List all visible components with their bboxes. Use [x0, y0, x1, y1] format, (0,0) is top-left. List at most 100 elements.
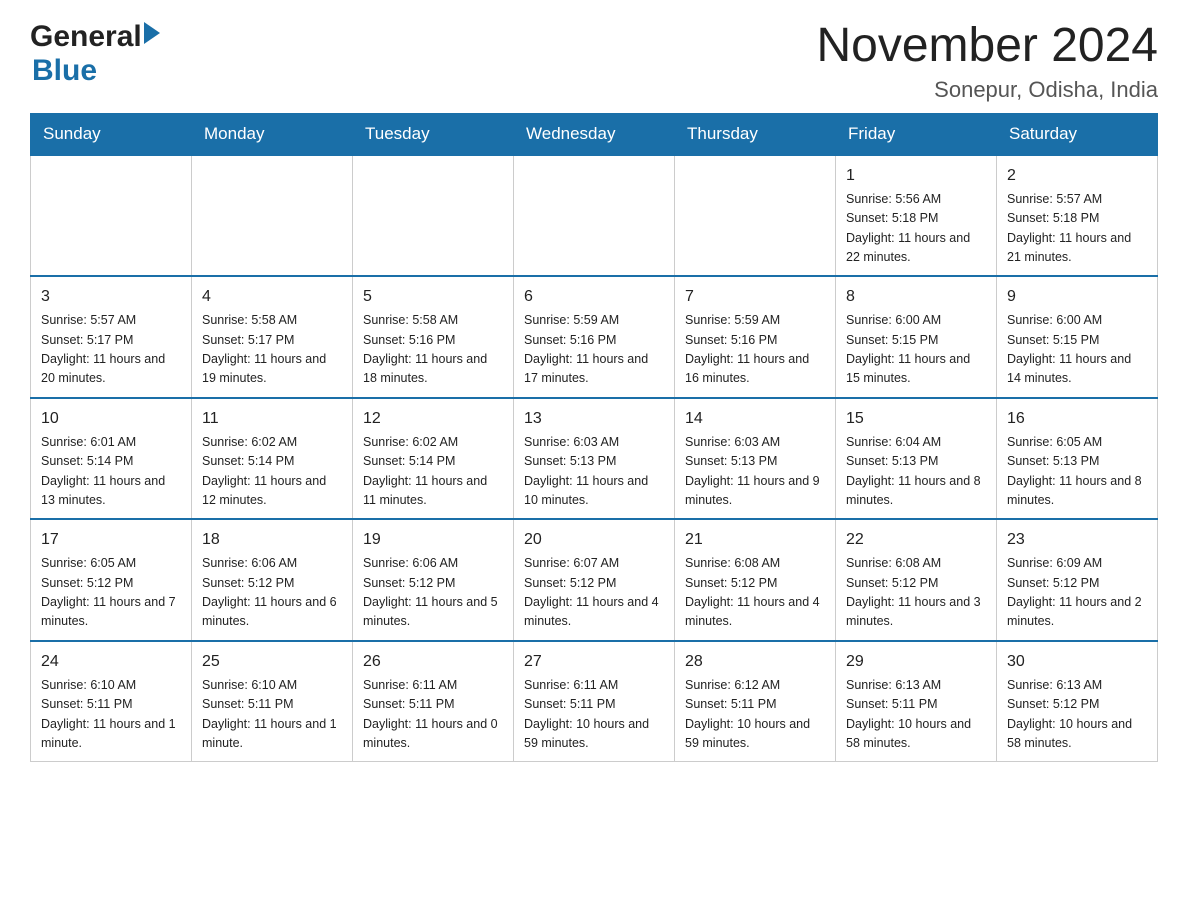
day-info: Sunrise: 6:03 AM Sunset: 5:13 PM Dayligh…: [524, 433, 664, 511]
day-info: Sunrise: 6:11 AM Sunset: 5:11 PM Dayligh…: [363, 676, 503, 754]
day-info: Sunrise: 6:01 AM Sunset: 5:14 PM Dayligh…: [41, 433, 181, 511]
day-number: 11: [202, 407, 342, 431]
day-number: 24: [41, 650, 181, 674]
calendar-cell: 22Sunrise: 6:08 AM Sunset: 5:12 PM Dayli…: [836, 519, 997, 641]
day-info: Sunrise: 6:13 AM Sunset: 5:12 PM Dayligh…: [1007, 676, 1147, 754]
day-info: Sunrise: 5:58 AM Sunset: 5:17 PM Dayligh…: [202, 311, 342, 389]
day-number: 16: [1007, 407, 1147, 431]
day-info: Sunrise: 6:00 AM Sunset: 5:15 PM Dayligh…: [846, 311, 986, 389]
calendar-cell: 20Sunrise: 6:07 AM Sunset: 5:12 PM Dayli…: [514, 519, 675, 641]
day-number: 5: [363, 285, 503, 309]
day-number: 15: [846, 407, 986, 431]
day-number: 10: [41, 407, 181, 431]
day-info: Sunrise: 6:09 AM Sunset: 5:12 PM Dayligh…: [1007, 554, 1147, 632]
day-number: 12: [363, 407, 503, 431]
day-number: 14: [685, 407, 825, 431]
calendar-cell: 11Sunrise: 6:02 AM Sunset: 5:14 PM Dayli…: [192, 398, 353, 520]
calendar-subtitle: Sonepur, Odisha, India: [816, 77, 1158, 103]
day-number: 29: [846, 650, 986, 674]
day-info: Sunrise: 6:13 AM Sunset: 5:11 PM Dayligh…: [846, 676, 986, 754]
day-info: Sunrise: 6:07 AM Sunset: 5:12 PM Dayligh…: [524, 554, 664, 632]
day-number: 30: [1007, 650, 1147, 674]
calendar-cell: [675, 155, 836, 277]
weekday-header-row: SundayMondayTuesdayWednesdayThursdayFrid…: [31, 113, 1158, 155]
day-info: Sunrise: 6:00 AM Sunset: 5:15 PM Dayligh…: [1007, 311, 1147, 389]
day-number: 28: [685, 650, 825, 674]
calendar-cell: [192, 155, 353, 277]
calendar-cell: 15Sunrise: 6:04 AM Sunset: 5:13 PM Dayli…: [836, 398, 997, 520]
day-number: 18: [202, 528, 342, 552]
day-info: Sunrise: 6:06 AM Sunset: 5:12 PM Dayligh…: [363, 554, 503, 632]
day-info: Sunrise: 6:02 AM Sunset: 5:14 PM Dayligh…: [363, 433, 503, 511]
weekday-header-friday: Friday: [836, 113, 997, 155]
day-info: Sunrise: 6:08 AM Sunset: 5:12 PM Dayligh…: [685, 554, 825, 632]
day-number: 3: [41, 285, 181, 309]
day-info: Sunrise: 6:03 AM Sunset: 5:13 PM Dayligh…: [685, 433, 825, 511]
logo-triangle-icon: [144, 22, 160, 44]
calendar-cell: 18Sunrise: 6:06 AM Sunset: 5:12 PM Dayli…: [192, 519, 353, 641]
week-row-3: 10Sunrise: 6:01 AM Sunset: 5:14 PM Dayli…: [31, 398, 1158, 520]
calendar-cell: [31, 155, 192, 277]
calendar-cell: 17Sunrise: 6:05 AM Sunset: 5:12 PM Dayli…: [31, 519, 192, 641]
calendar-cell: 12Sunrise: 6:02 AM Sunset: 5:14 PM Dayli…: [353, 398, 514, 520]
calendar-cell: 29Sunrise: 6:13 AM Sunset: 5:11 PM Dayli…: [836, 641, 997, 762]
calendar-cell: 10Sunrise: 6:01 AM Sunset: 5:14 PM Dayli…: [31, 398, 192, 520]
day-number: 9: [1007, 285, 1147, 309]
day-info: Sunrise: 5:59 AM Sunset: 5:16 PM Dayligh…: [685, 311, 825, 389]
day-info: Sunrise: 5:59 AM Sunset: 5:16 PM Dayligh…: [524, 311, 664, 389]
title-section: November 2024 Sonepur, Odisha, India: [816, 20, 1158, 103]
week-row-4: 17Sunrise: 6:05 AM Sunset: 5:12 PM Dayli…: [31, 519, 1158, 641]
day-info: Sunrise: 6:10 AM Sunset: 5:11 PM Dayligh…: [41, 676, 181, 754]
day-number: 21: [685, 528, 825, 552]
day-info: Sunrise: 5:57 AM Sunset: 5:18 PM Dayligh…: [1007, 190, 1147, 268]
day-number: 6: [524, 285, 664, 309]
logo-blue-text: Blue: [32, 54, 97, 88]
weekday-header-sunday: Sunday: [31, 113, 192, 155]
day-number: 2: [1007, 164, 1147, 188]
calendar-cell: 23Sunrise: 6:09 AM Sunset: 5:12 PM Dayli…: [997, 519, 1158, 641]
day-number: 26: [363, 650, 503, 674]
calendar-cell: 3Sunrise: 5:57 AM Sunset: 5:17 PM Daylig…: [31, 276, 192, 398]
weekday-header-monday: Monday: [192, 113, 353, 155]
day-info: Sunrise: 5:58 AM Sunset: 5:16 PM Dayligh…: [363, 311, 503, 389]
calendar-table: SundayMondayTuesdayWednesdayThursdayFrid…: [30, 113, 1158, 763]
calendar-cell: 19Sunrise: 6:06 AM Sunset: 5:12 PM Dayli…: [353, 519, 514, 641]
calendar-cell: 13Sunrise: 6:03 AM Sunset: 5:13 PM Dayli…: [514, 398, 675, 520]
calendar-cell: 1Sunrise: 5:56 AM Sunset: 5:18 PM Daylig…: [836, 155, 997, 277]
day-number: 7: [685, 285, 825, 309]
calendar-cell: 26Sunrise: 6:11 AM Sunset: 5:11 PM Dayli…: [353, 641, 514, 762]
day-info: Sunrise: 6:10 AM Sunset: 5:11 PM Dayligh…: [202, 676, 342, 754]
day-number: 22: [846, 528, 986, 552]
day-number: 25: [202, 650, 342, 674]
logo-general-text: General: [30, 20, 142, 54]
week-row-5: 24Sunrise: 6:10 AM Sunset: 5:11 PM Dayli…: [31, 641, 1158, 762]
calendar-title: November 2024: [816, 20, 1158, 73]
day-info: Sunrise: 5:57 AM Sunset: 5:17 PM Dayligh…: [41, 311, 181, 389]
day-number: 19: [363, 528, 503, 552]
calendar-cell: 28Sunrise: 6:12 AM Sunset: 5:11 PM Dayli…: [675, 641, 836, 762]
day-info: Sunrise: 6:05 AM Sunset: 5:12 PM Dayligh…: [41, 554, 181, 632]
day-info: Sunrise: 6:12 AM Sunset: 5:11 PM Dayligh…: [685, 676, 825, 754]
day-info: Sunrise: 5:56 AM Sunset: 5:18 PM Dayligh…: [846, 190, 986, 268]
calendar-cell: 7Sunrise: 5:59 AM Sunset: 5:16 PM Daylig…: [675, 276, 836, 398]
week-row-2: 3Sunrise: 5:57 AM Sunset: 5:17 PM Daylig…: [31, 276, 1158, 398]
calendar-cell: 8Sunrise: 6:00 AM Sunset: 5:15 PM Daylig…: [836, 276, 997, 398]
calendar-cell: [514, 155, 675, 277]
calendar-cell: 5Sunrise: 5:58 AM Sunset: 5:16 PM Daylig…: [353, 276, 514, 398]
calendar-cell: 14Sunrise: 6:03 AM Sunset: 5:13 PM Dayli…: [675, 398, 836, 520]
calendar-cell: 9Sunrise: 6:00 AM Sunset: 5:15 PM Daylig…: [997, 276, 1158, 398]
calendar-cell: 24Sunrise: 6:10 AM Sunset: 5:11 PM Dayli…: [31, 641, 192, 762]
day-number: 23: [1007, 528, 1147, 552]
weekday-header-thursday: Thursday: [675, 113, 836, 155]
calendar-cell: 25Sunrise: 6:10 AM Sunset: 5:11 PM Dayli…: [192, 641, 353, 762]
day-info: Sunrise: 6:11 AM Sunset: 5:11 PM Dayligh…: [524, 676, 664, 754]
calendar-cell: 6Sunrise: 5:59 AM Sunset: 5:16 PM Daylig…: [514, 276, 675, 398]
week-row-1: 1Sunrise: 5:56 AM Sunset: 5:18 PM Daylig…: [31, 155, 1158, 277]
page-header: General Blue November 2024 Sonepur, Odis…: [30, 20, 1158, 103]
day-info: Sunrise: 6:08 AM Sunset: 5:12 PM Dayligh…: [846, 554, 986, 632]
calendar-cell: 16Sunrise: 6:05 AM Sunset: 5:13 PM Dayli…: [997, 398, 1158, 520]
day-info: Sunrise: 6:06 AM Sunset: 5:12 PM Dayligh…: [202, 554, 342, 632]
weekday-header-saturday: Saturday: [997, 113, 1158, 155]
day-info: Sunrise: 6:05 AM Sunset: 5:13 PM Dayligh…: [1007, 433, 1147, 511]
day-info: Sunrise: 6:04 AM Sunset: 5:13 PM Dayligh…: [846, 433, 986, 511]
